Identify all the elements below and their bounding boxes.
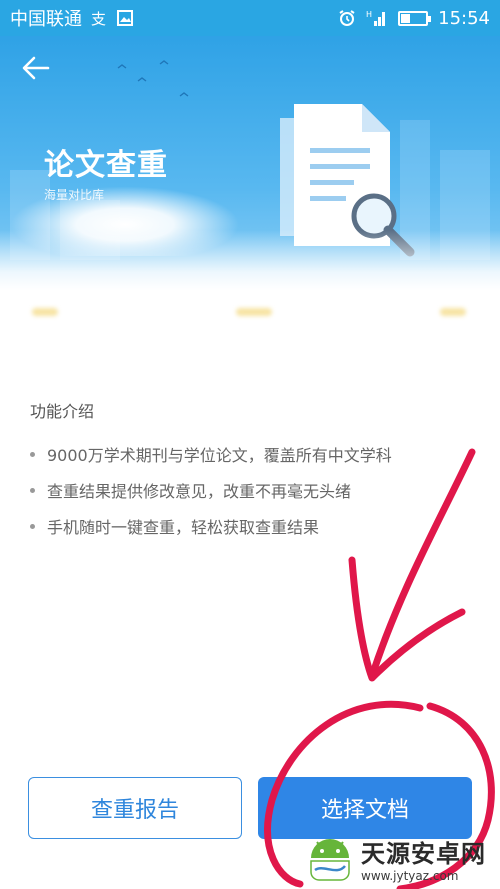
feature-list: 9000万学术期刊与学位论文，覆盖所有中文学科 查重结果提供修改意见，改重不再毫… [30,436,392,544]
feature-text: 查重结果提供修改意见，改重不再毫无头绪 [47,482,352,501]
section-title: 功能介绍 [30,402,95,421]
obscured-mark [32,308,58,316]
gallery-icon [117,10,133,26]
android-logo-icon [310,838,350,881]
battery-icon [398,10,432,26]
clock-time: 15:54 [438,7,490,29]
hero-banner: 论文查重 海量对比库 [0,36,500,290]
obscured-mark [236,308,272,316]
feature-item: 查重结果提供修改意见，改重不再毫无头绪 [30,472,392,508]
alarm-icon [339,10,355,26]
carrier-label: 中国联通 [10,9,82,30]
watermark-name: 天源安卓网 [361,839,486,868]
watermark: 天源安卓网 www.jytyaz.com [305,834,486,883]
watermark-url: www.jytyaz.com [361,869,459,883]
svg-text:H: H [366,10,372,19]
bullet-icon [30,451,35,457]
obscured-info-band [0,290,500,370]
report-button[interactable]: 查重报告 [28,777,242,839]
signal-icon: H [366,10,386,26]
birds-decoration [117,60,189,97]
bullet-icon [30,487,35,493]
page-subtitle: 海量对比库 [44,188,105,202]
feature-item: 9000万学术期刊与学位论文，覆盖所有中文学科 [30,436,392,472]
back-arrow-icon[interactable] [18,50,54,86]
watermark-text: 天源安卓网 www.jytyaz.com [361,834,486,883]
feature-item: 手机随时一键查重，轻松获取查重结果 [30,508,392,544]
status-right: H 15:54 [338,8,490,29]
status-left: 中国联通 支 [10,5,134,31]
feature-text: 手机随时一键查重，轻松获取查重结果 [47,518,320,537]
alipay-icon: 支 [91,10,106,27]
status-bar: 中国联通 支 H 15:54 [0,0,500,36]
page-title: 论文查重 [44,148,168,183]
obscured-mark [440,308,466,316]
svg-text:支: 支 [91,10,106,27]
feature-text: 9000万学术期刊与学位论文，覆盖所有中文学科 [47,446,392,465]
hero-bottom-glow [0,230,500,290]
select-document-button[interactable]: 选择文档 [258,777,472,839]
bullet-icon [30,523,35,529]
